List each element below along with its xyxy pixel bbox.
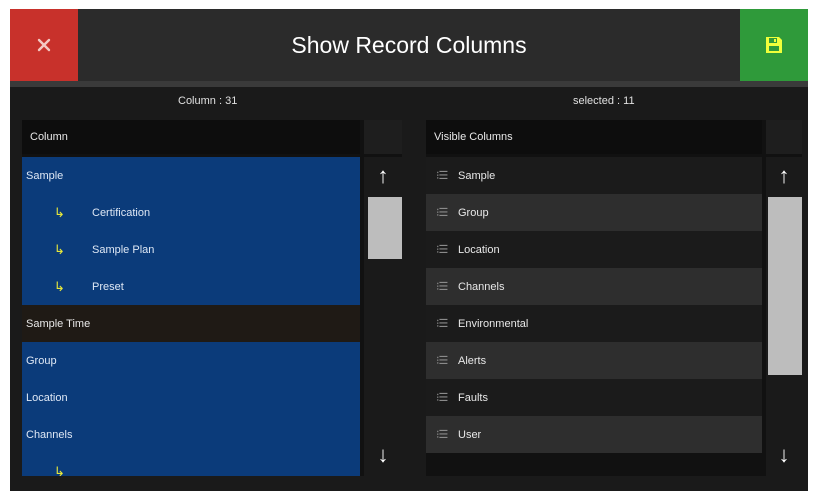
visible-column-label: User: [458, 428, 482, 441]
child-arrow-icon: ↳: [54, 204, 65, 220]
visible-column-item[interactable]: ⁝☰ Environmental: [426, 305, 762, 342]
scroll-up-icon[interactable]: ↑: [766, 161, 802, 191]
drag-handle-icon[interactable]: ⁝☰: [436, 317, 458, 330]
visible-column-item[interactable]: ⁝☰ Channels: [426, 268, 762, 305]
visible-columns-panel: Visible Columns ⁝☰ Sample ⁝☰ Group ⁝☰ Locatio…: [426, 120, 802, 476]
column-list[interactable]: Sample ↳ Certification ↳ Sample Plan ↳ Preset S…: [22, 157, 360, 476]
visible-column-item[interactable]: ⁝☰ Alerts: [426, 342, 762, 379]
drag-handle-icon[interactable]: ⁝☰: [436, 243, 458, 256]
scroll-down-icon[interactable]: ↓: [364, 440, 402, 470]
column-list-item-label: Sample Time: [26, 317, 91, 330]
visible-column-item[interactable]: ⁝☰ User: [426, 416, 762, 453]
column-list-header: Column: [22, 120, 360, 154]
column-list-scrollbar[interactable]: ↑ ↓: [364, 157, 402, 476]
column-list-item-label: Group: [26, 354, 57, 367]
visible-column-label: Environmental: [458, 317, 529, 330]
column-list-item-label: Certification: [92, 206, 151, 219]
column-list-item[interactable]: ↳ Sample Plan: [22, 231, 360, 268]
column-list-item[interactable]: ↳ Preset: [22, 268, 360, 305]
drag-handle-icon[interactable]: ⁝☰: [436, 428, 458, 441]
column-header-spacer: [364, 120, 402, 154]
drag-handle-icon[interactable]: ⁝☰: [436, 391, 458, 404]
visible-column-item[interactable]: ⁝☰ Faults: [426, 379, 762, 416]
scroll-thumb[interactable]: [768, 197, 802, 375]
scroll-thumb[interactable]: [368, 197, 402, 259]
header-separator: [10, 81, 808, 87]
drag-handle-icon[interactable]: ⁝☰: [436, 169, 458, 182]
scroll-down-icon[interactable]: ↓: [766, 440, 802, 470]
column-list-item-label: Location: [26, 391, 68, 404]
child-arrow-icon: ↳: [54, 463, 65, 477]
scroll-up-icon[interactable]: ↑: [364, 161, 402, 191]
drag-handle-icon[interactable]: ⁝☰: [436, 206, 458, 219]
column-count: Column : 31: [178, 95, 238, 107]
header-bar: Show Record Columns: [10, 9, 808, 81]
selected-count: selected : 11: [573, 95, 635, 107]
visible-columns-header: Visible Columns: [426, 120, 762, 154]
all-columns-panel: Column Sample ↳ Certification ↳ Sample Plan ↳…: [22, 120, 402, 476]
column-list-item[interactable]: ↳: [22, 453, 360, 476]
column-list-item[interactable]: Sample: [22, 157, 360, 194]
column-list-item-label: Preset: [92, 280, 124, 293]
visible-column-label: Faults: [458, 391, 488, 404]
column-list-item[interactable]: Channels: [22, 416, 360, 453]
child-arrow-icon: ↳: [54, 241, 65, 257]
visible-column-label: Sample: [458, 169, 496, 182]
column-list-item[interactable]: ↳ Certification: [22, 194, 360, 231]
child-arrow-icon: ↳: [54, 278, 65, 294]
save-button[interactable]: [740, 9, 808, 81]
column-list-item[interactable]: Location: [22, 379, 360, 416]
column-list-item-label: Sample: [26, 169, 64, 182]
column-list-item[interactable]: Sample Time: [22, 305, 360, 342]
visible-column-label: Channels: [458, 280, 505, 293]
visible-column-item[interactable]: ⁝☰ Group: [426, 194, 762, 231]
visible-column-label: Group: [458, 206, 489, 219]
visible-column-label: Alerts: [458, 354, 487, 367]
close-icon: [37, 38, 51, 52]
drag-handle-icon[interactable]: ⁝☰: [436, 280, 458, 293]
visible-header-spacer: [766, 120, 802, 154]
floppy-disk-icon: [766, 37, 782, 53]
visible-column-item[interactable]: ⁝☰ Location: [426, 231, 762, 268]
page-title: Show Record Columns: [291, 31, 527, 58]
visible-column-item[interactable]: ⁝☰ Sample: [426, 157, 762, 194]
visible-columns-list[interactable]: ⁝☰ Sample ⁝☰ Group ⁝☰ Location ⁝☰ Channels ⁝☰ Env…: [426, 157, 762, 476]
visible-columns-scrollbar[interactable]: ↑ ↓: [766, 157, 802, 476]
close-button[interactable]: [10, 9, 78, 81]
drag-handle-icon[interactable]: ⁝☰: [436, 354, 458, 367]
column-list-item-label: Channels: [26, 428, 73, 441]
visible-column-label: Location: [458, 243, 500, 256]
dialog-frame: Show Record Columns Column : 31 selected…: [10, 9, 808, 491]
column-list-item[interactable]: Group: [22, 342, 360, 379]
column-list-item-label: Sample Plan: [92, 243, 155, 256]
